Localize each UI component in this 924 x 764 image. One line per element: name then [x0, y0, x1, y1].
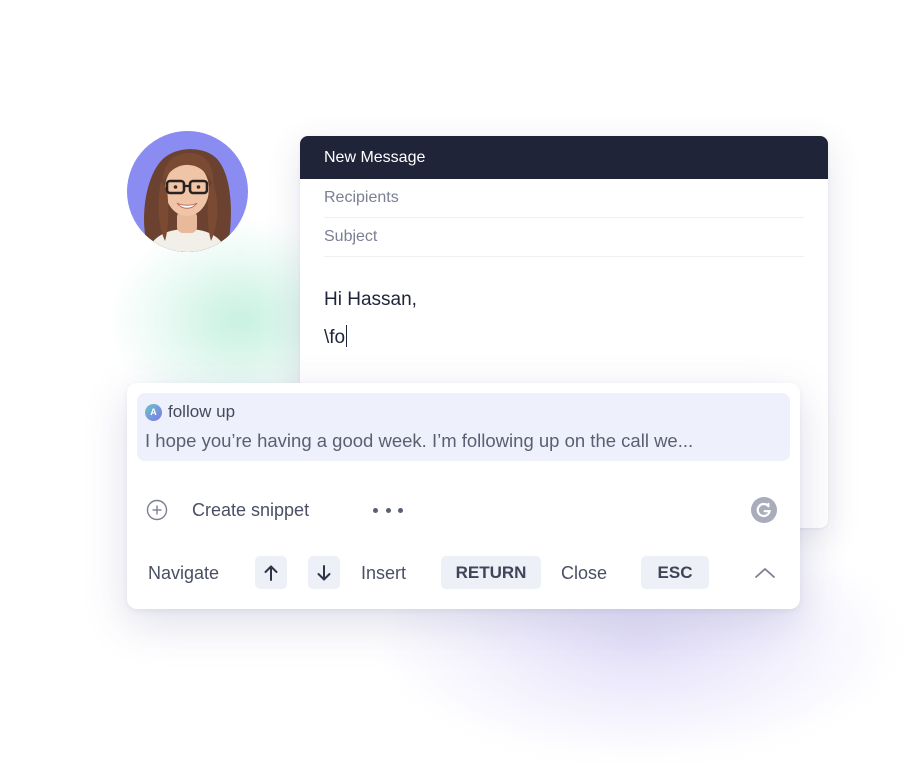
navigate-label: Navigate	[148, 563, 220, 583]
body-line-greeting: Hi Hassan,	[324, 289, 417, 310]
navigate-down-key[interactable]	[308, 556, 340, 589]
close-label: Close	[561, 563, 608, 583]
more-dot	[385, 507, 391, 513]
actions-row: Create snippet	[127, 492, 800, 528]
close-esc-key[interactable]: ESC	[641, 556, 709, 589]
arrow-up-icon	[264, 565, 278, 581]
suggestion-title: follow up	[168, 402, 236, 421]
message-body[interactable]: Hi Hassan, \fo	[300, 257, 828, 357]
collapse-button[interactable]	[753, 562, 777, 584]
snippet-suggestion[interactable]: A follow up I hope you’re having a good …	[137, 393, 790, 461]
recipients-field[interactable]: Recipients	[324, 179, 804, 218]
arrow-down-icon	[317, 564, 331, 580]
grammarly-button[interactable]	[751, 497, 777, 523]
more-horizontal-icon	[373, 507, 378, 513]
compose-title: New Message	[300, 136, 828, 179]
plus-circle-icon	[146, 499, 168, 521]
navigate-up-key[interactable]	[255, 556, 287, 589]
subject-field[interactable]: Subject	[324, 218, 804, 257]
avatar-portrait	[144, 149, 231, 252]
create-snippet-label: Create snippet	[192, 499, 310, 520]
snippet-popup: A follow up I hope you’re having a good …	[127, 383, 800, 609]
more-dot	[398, 507, 403, 513]
avatar	[127, 131, 248, 252]
insert-return-key[interactable]: RETURN	[441, 556, 541, 589]
suggestion-title-row: A follow up	[145, 401, 235, 423]
text-cursor	[346, 325, 348, 347]
suggestion-preview: I hope you’re having a good week. I’m fo…	[145, 430, 694, 451]
body-line-shortcut: \fo	[324, 319, 804, 357]
more-options-button[interactable]	[373, 498, 403, 522]
snippet-badge-icon: A	[145, 403, 162, 421]
shortcut-row: Navigate Insert RETURN Close ESC	[127, 556, 800, 590]
grammarly-icon	[756, 502, 771, 518]
insert-label: Insert	[361, 563, 407, 583]
chevron-up-icon	[755, 568, 775, 578]
shortcut-text: \fo	[324, 327, 346, 348]
create-snippet-button[interactable]: Create snippet	[146, 498, 309, 522]
